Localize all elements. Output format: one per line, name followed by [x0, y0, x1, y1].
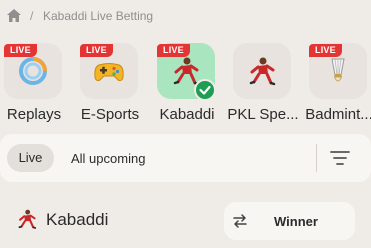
swap-arrows-icon — [233, 214, 247, 228]
kabaddi-section-header: Kabaddi Winner — [0, 196, 371, 248]
home-icon[interactable] — [7, 9, 21, 22]
sport-label: E-Sports — [80, 106, 140, 123]
sport-item-pkl-special[interactable]: PKL Spe... — [227, 32, 303, 130]
filter-lines-icon[interactable] — [330, 149, 350, 167]
market-selector-button[interactable]: Winner — [224, 202, 355, 240]
check-icon — [199, 85, 211, 95]
sport-label: Replays — [6, 106, 62, 123]
sport-item-replays[interactable]: LIVE Replays — [4, 32, 74, 130]
sport-label: PKL Spe... — [227, 106, 299, 123]
breadcrumb: / Kabaddi Live Betting — [0, 0, 371, 32]
sport-label: Kabaddi — [159, 106, 215, 123]
section-title: Kabaddi — [46, 210, 109, 229]
sport-item-esports[interactable]: LIVE E-Sports — [80, 32, 150, 130]
market-label: Winner — [274, 214, 318, 229]
sport-item-badminton[interactable]: LIVE Badmint... — [305, 32, 371, 130]
kabaddi-player-icon — [249, 57, 276, 86]
all-upcoming-filter[interactable]: All upcoming — [71, 151, 145, 166]
event-filter-bar: Live All upcoming — [0, 134, 371, 182]
sport-label: Badmint... — [305, 106, 371, 123]
kabaddi-player-icon — [18, 209, 37, 229]
breadcrumb-separator: / — [30, 9, 34, 23]
shuttlecock-icon — [331, 58, 345, 82]
selected-check-badge — [194, 79, 216, 101]
gamepad-icon — [94, 63, 124, 82]
sport-carousel: LIVE Replays LIVE E-Sports LIVE Kabaddi … — [0, 32, 371, 130]
live-filter-chip[interactable]: Live — [7, 144, 54, 172]
sport-item-kabaddi[interactable]: LIVE Kabaddi — [157, 32, 227, 130]
replay-ring-icon — [19, 57, 47, 85]
divider — [316, 144, 317, 172]
breadcrumb-current: Kabaddi Live Betting — [43, 9, 154, 23]
